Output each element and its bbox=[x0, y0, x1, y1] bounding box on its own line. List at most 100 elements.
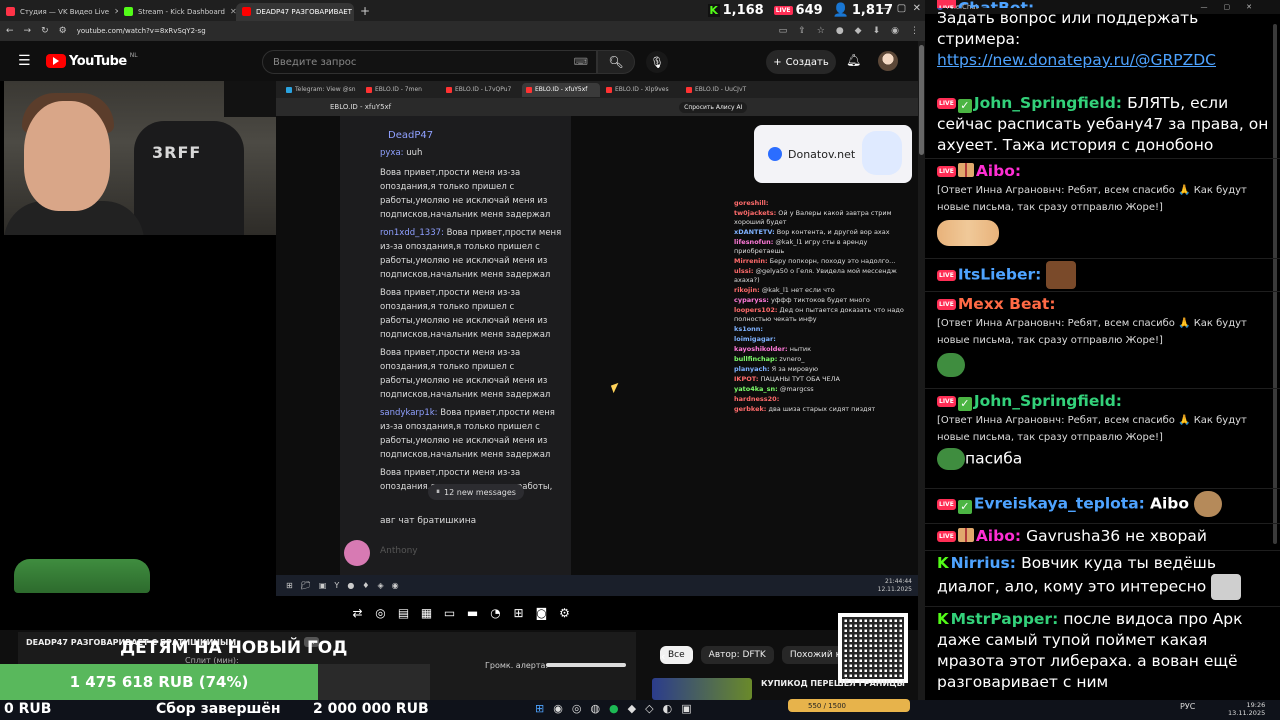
app-icon[interactable]: ◇ bbox=[645, 702, 653, 715]
menu-icon[interactable]: ⋮ bbox=[910, 26, 919, 36]
chat-message: LIVE Aibo: [Ответ Инна Аграновнч: Ребят, … bbox=[937, 161, 1271, 246]
new-tab-icon[interactable]: + bbox=[354, 4, 376, 18]
chat-scrollbar[interactable] bbox=[1273, 14, 1277, 694]
back-icon[interactable]: ← bbox=[6, 26, 14, 36]
chatbot-author: LIVEChatBot: bbox=[937, 0, 1271, 8]
scrollbar-thumb[interactable] bbox=[1273, 24, 1277, 544]
reply-quote: [Ответ Инна Аграновнч: Ребят, всем спаси… bbox=[937, 318, 1247, 346]
hamburger-menu-icon[interactable]: ☰ bbox=[18, 53, 32, 69]
divider bbox=[925, 388, 1280, 389]
scrollbar-thumb[interactable] bbox=[919, 45, 924, 155]
store-icon: ▣ bbox=[318, 581, 327, 590]
add-icon[interactable]: ⊞ bbox=[511, 606, 526, 620]
windows-start-icon[interactable]: ⊞ bbox=[535, 702, 544, 715]
browser-tab-youtube[interactable]: DEADP47 РАЗГОВАРИВАЕТ ✕ bbox=[236, 2, 354, 21]
page-scrollbar[interactable] bbox=[918, 41, 925, 701]
clapper-icon[interactable]: ▦ bbox=[419, 606, 434, 620]
youtube-favicon-icon bbox=[366, 86, 372, 93]
inner-right-chat-author: IKPOT: bbox=[734, 375, 759, 383]
browser-tab-vk[interactable]: Студия — VK Видео Live ✕ bbox=[0, 3, 118, 21]
video-title[interactable]: КУПИКОД ПЕРЕШЁЛ ГРАНИЦЫ bbox=[761, 679, 905, 688]
inner-right-chat-author: Mirrenin: bbox=[734, 257, 768, 265]
pause-icon: ⏸ bbox=[436, 487, 441, 496]
viewer-counters: K 1,168 LIVE 649 👤 1,817 bbox=[707, 0, 893, 21]
author-name: John_Springfield: bbox=[973, 392, 1123, 410]
loop-icon[interactable]: ⇄ bbox=[350, 606, 365, 620]
chat-message: LIVE ItsLieber: bbox=[937, 261, 1271, 289]
screenshot-icon[interactable]: ◙ bbox=[534, 606, 549, 620]
user-icon: 👤 bbox=[832, 3, 849, 18]
share-icon[interactable]: ⇪ bbox=[798, 26, 806, 36]
audio-icon[interactable]: ◎ bbox=[373, 606, 388, 620]
donatov-widget: Donatov.net bbox=[754, 125, 912, 183]
reload-icon[interactable]: ↻ bbox=[41, 26, 49, 36]
settings-gear-icon[interactable]: ⚙ bbox=[557, 606, 572, 620]
picture-in-picture-icon[interactable]: ▭ bbox=[442, 606, 457, 620]
message-text: Aibo bbox=[1149, 494, 1190, 513]
window-controls[interactable]: — ▢ ✕ bbox=[880, 3, 921, 14]
kick-favicon-icon bbox=[124, 7, 133, 16]
browser-tab-kick[interactable]: Stream - Kick Dashboard ✕ bbox=[118, 3, 236, 21]
voice-search-button[interactable]: 🎙︎ bbox=[646, 51, 668, 73]
chrome-icon[interactable]: ◉ bbox=[553, 702, 563, 715]
extension-icon[interactable]: ● bbox=[836, 26, 844, 36]
app-icon: ♦ bbox=[362, 581, 370, 590]
search-input[interactable]: Введите запрос ⌨ bbox=[262, 50, 597, 74]
background-lamp bbox=[224, 81, 276, 117]
app-icon[interactable]: ▣ bbox=[681, 702, 691, 715]
author-name: Evreiskaya_teplota: bbox=[973, 494, 1145, 513]
subtitles-icon[interactable]: ▤ bbox=[396, 606, 411, 620]
spotify-icon[interactable]: ● bbox=[609, 702, 619, 715]
bookmark-icon[interactable]: ☆ bbox=[817, 26, 825, 36]
divider bbox=[925, 606, 1280, 607]
app-icon[interactable]: ◆ bbox=[628, 702, 636, 715]
donatepay-link[interactable]: https://new.donatepay.ru/@GRPZDC bbox=[937, 51, 1216, 69]
author-name: ItsLieber: bbox=[957, 265, 1042, 284]
extensions-icon[interactable]: ◆ bbox=[855, 26, 862, 36]
inner-right-chat-text: @gelya50 о Геля. Увидела мой мессендж ах… bbox=[734, 267, 897, 284]
obs-icon[interactable]: ◐ bbox=[663, 702, 673, 715]
download-icon[interactable]: ⬇ bbox=[873, 26, 881, 36]
donation-qr-code bbox=[838, 613, 908, 683]
chat-message-chatbot: LIVEChatBot: Задать вопрос или поддержат… bbox=[937, 0, 1271, 71]
inner-right-chat-author: ulssi: bbox=[734, 267, 754, 275]
forward-icon[interactable]: → bbox=[24, 26, 32, 36]
language-indicator[interactable]: РУС bbox=[1180, 702, 1195, 711]
author-name: John_Springfield: bbox=[973, 94, 1123, 112]
youtube-logo[interactable]: YouTube NL bbox=[46, 52, 138, 69]
video-player[interactable]: 3RFF Telegram: View @sn EBLO.ID - 7men E… bbox=[0, 81, 918, 596]
dog-emote bbox=[1194, 491, 1223, 517]
theater-icon[interactable]: ▬ bbox=[465, 606, 480, 620]
chevron-left-icon[interactable]: ‹ bbox=[661, 650, 665, 663]
browser-window: Студия — VK Видео Live ✕ Stream - Kick D… bbox=[0, 0, 925, 702]
inner-right-chat-message: Mirrenin: Беру попкорн, походу это надол… bbox=[734, 257, 918, 266]
inner-chat-message: Вова привет,прости меня из-за опоздания,… bbox=[380, 288, 551, 340]
live-icon: LIVE bbox=[937, 98, 956, 109]
video-thumbnail[interactable] bbox=[652, 678, 752, 700]
url-field[interactable]: youtube.com/watch?v=8xRvSqY2-sg bbox=[77, 27, 769, 35]
site-info-icon[interactable]: ⚙ bbox=[59, 26, 67, 36]
tab-title: DEADP47 РАЗГОВАРИВАЕТ bbox=[256, 7, 352, 16]
inner-right-chat-message: gerbkek: два шиза старых сидят пиздят bbox=[734, 405, 918, 414]
account-avatar[interactable] bbox=[878, 51, 898, 71]
divider bbox=[925, 488, 1280, 489]
discord-icon: ◉ bbox=[391, 581, 399, 590]
system-clock[interactable]: 19:26 13.11.2025 bbox=[1228, 701, 1265, 717]
search-button[interactable]: 🔍︎ bbox=[597, 50, 635, 74]
pink-avatar bbox=[344, 540, 370, 566]
donate-link[interactable]: https://new.donatepay.ru/@GRPZDC bbox=[937, 50, 1271, 71]
keyboard-icon[interactable]: ⌨ bbox=[574, 57, 588, 68]
chat-message: LIVE Aibo: Gavrusha36 не хворай bbox=[937, 526, 1271, 547]
checkmark-badge-icon: ✓ bbox=[957, 397, 972, 411]
discord-icon[interactable]: ◎ bbox=[572, 702, 582, 715]
alert-volume-slider[interactable] bbox=[546, 663, 626, 667]
cast-icon[interactable]: ▭ bbox=[779, 26, 788, 36]
steam-icon[interactable]: ◍ bbox=[590, 702, 600, 715]
create-button[interactable]: + Создать bbox=[766, 50, 836, 74]
profile-icon[interactable]: ◉ bbox=[891, 26, 899, 36]
goal-max-label: 2 000 000 RUB bbox=[313, 701, 429, 717]
inner-right-chat-message: goreshill: bbox=[734, 199, 918, 208]
speed-icon[interactable]: ◔ bbox=[488, 606, 503, 620]
notifications-bell-icon[interactable]: 🔔︎ bbox=[846, 53, 861, 67]
chip-author[interactable]: Автор: DFTK bbox=[700, 646, 774, 664]
